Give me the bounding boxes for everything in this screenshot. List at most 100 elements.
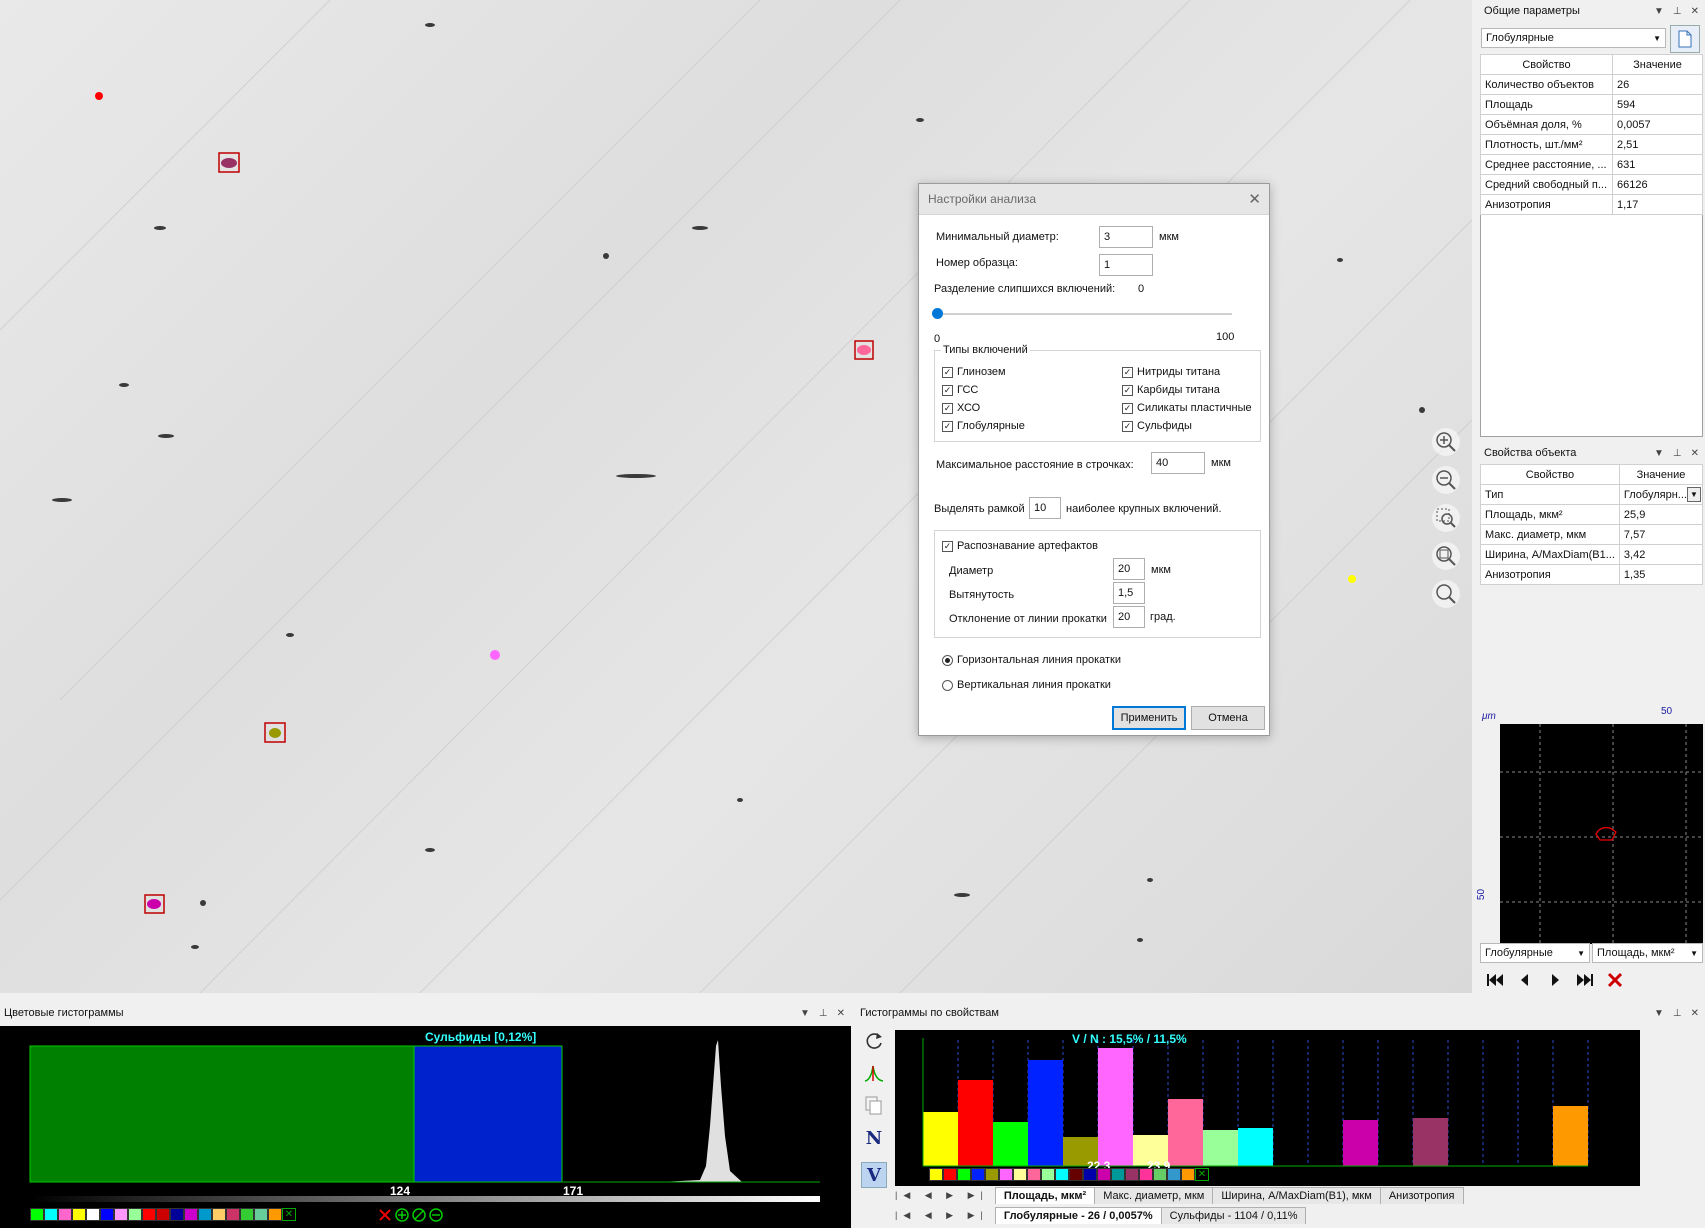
table-row[interactable]: Плотность, шт./мм² 2,51 xyxy=(1480,134,1703,155)
tab-anisotropy[interactable]: Анизотропия xyxy=(1379,1187,1464,1204)
color-swatch[interactable] xyxy=(1097,1168,1111,1181)
color-swatch[interactable] xyxy=(1041,1168,1055,1181)
separation-slider-track[interactable] xyxy=(937,313,1232,315)
type-sulfides-checkbox[interactable]: ✓ Сульфиды xyxy=(1122,420,1192,432)
color-swatch[interactable] xyxy=(254,1208,268,1221)
histogram-bar[interactable] xyxy=(1028,1060,1063,1166)
color-swatch[interactable] xyxy=(1013,1168,1027,1181)
deviation-input[interactable]: 20 xyxy=(1113,606,1145,628)
type-gss-checkbox[interactable]: ✓ ГСС xyxy=(942,384,978,396)
color-swatch[interactable] xyxy=(1167,1168,1181,1181)
apply-button[interactable]: Применить xyxy=(1112,706,1186,730)
close-icon[interactable]: ✕ xyxy=(1691,1008,1699,1019)
color-swatch[interactable] xyxy=(58,1208,72,1221)
tab-area[interactable]: Площадь, мкм² xyxy=(994,1187,1096,1204)
pin-icon[interactable]: ⊥ xyxy=(819,1008,828,1019)
color-swatch[interactable] xyxy=(1125,1168,1139,1181)
color-swatch[interactable] xyxy=(268,1208,282,1221)
tab-width[interactable]: Ширина, A/MaxDiam(B1), мкм xyxy=(1212,1187,1381,1204)
refresh-icon[interactable] xyxy=(863,1030,885,1052)
color-swatch[interactable] xyxy=(30,1208,44,1221)
zoom-out-icon[interactable] xyxy=(1432,466,1460,494)
color-swatch[interactable] xyxy=(170,1208,184,1221)
table-row[interactable]: Ширина, A/MaxDiam(B1... 3,42 xyxy=(1480,544,1704,565)
color-swatch[interactable] xyxy=(999,1168,1013,1181)
color-swatch[interactable] xyxy=(943,1168,957,1181)
separation-slider-thumb[interactable] xyxy=(932,308,943,319)
type-plastic-silicates-checkbox[interactable]: ✓ Силикаты пластичные xyxy=(1122,402,1252,414)
close-icon[interactable]: ✕ xyxy=(1248,190,1261,208)
color-swatch[interactable] xyxy=(985,1168,999,1181)
table-row[interactable]: Среднее расстояние, ... 631 xyxy=(1480,154,1703,175)
pin-icon[interactable]: ⊥ xyxy=(1673,6,1682,17)
table-row[interactable]: Средний свободный п... 66126 xyxy=(1480,174,1703,195)
color-swatch[interactable] xyxy=(184,1208,198,1221)
color-swatch[interactable] xyxy=(1111,1168,1125,1181)
table-row[interactable]: Анизотропия 1,17 xyxy=(1480,194,1703,215)
type-titanium-nitrides-checkbox[interactable]: ✓ Нитриды титана xyxy=(1122,366,1220,378)
last-icon[interactable] xyxy=(1576,972,1594,988)
max-distance-input[interactable]: 40 xyxy=(1151,452,1205,474)
min-diameter-input[interactable]: 3 xyxy=(1099,226,1153,248)
first-icon[interactable] xyxy=(1486,972,1504,988)
color-swatch[interactable] xyxy=(1083,1168,1097,1181)
volume-mode-button[interactable]: V xyxy=(861,1162,887,1188)
tab-scroll-icons[interactable]: |◀ ◀ ▶ ▶| xyxy=(895,1210,989,1221)
next-icon[interactable] xyxy=(1546,972,1564,988)
color-swatch[interactable] xyxy=(72,1208,86,1221)
tab-globular[interactable]: Глобулярные - 26 / 0,0057% xyxy=(994,1207,1162,1224)
zoom-in-icon[interactable] xyxy=(1432,428,1460,456)
pin-icon[interactable]: ⊥ xyxy=(1673,448,1682,459)
histogram-bar[interactable] xyxy=(993,1122,1028,1166)
color-swatch[interactable] xyxy=(156,1208,170,1221)
table-row[interactable]: Анизотропия 1,35 xyxy=(1480,564,1704,585)
table-row[interactable]: Тип Глобулярн... ▼ xyxy=(1480,484,1704,505)
histogram-bar[interactable] xyxy=(1413,1118,1448,1166)
add-icon[interactable] xyxy=(395,1208,409,1222)
minus-icon[interactable] xyxy=(429,1208,443,1222)
type-globular-checkbox[interactable]: ✓ Глобулярные xyxy=(942,420,1025,432)
table-row[interactable]: Площадь, мкм² 25,9 xyxy=(1480,504,1704,525)
color-swatch[interactable] xyxy=(86,1208,100,1221)
zoom-actual-icon[interactable] xyxy=(1432,580,1460,608)
histogram-bar[interactable] xyxy=(1343,1120,1378,1166)
color-swatch[interactable] xyxy=(44,1208,58,1221)
close-icon[interactable]: ✕ xyxy=(1691,6,1699,17)
tab-scroll-icons[interactable]: |◀ ◀ ▶ ▶| xyxy=(895,1190,989,1201)
color-swatch[interactable] xyxy=(1069,1168,1083,1181)
color-swatch[interactable] xyxy=(226,1208,240,1221)
toggle-icon[interactable] xyxy=(412,1208,426,1222)
color-swatch[interactable] xyxy=(1027,1168,1041,1181)
color-swatch[interactable] xyxy=(198,1208,212,1221)
dropdown-icon[interactable]: ▼ xyxy=(800,1008,810,1019)
dropdown-icon[interactable]: ▼ xyxy=(1654,1008,1664,1019)
chevron-down-icon[interactable]: ▼ xyxy=(1687,487,1701,502)
color-swatch[interactable] xyxy=(1055,1168,1069,1181)
remove-icon[interactable] xyxy=(378,1208,392,1222)
table-row[interactable]: Количество объектов 26 xyxy=(1480,74,1703,95)
color-swatch[interactable] xyxy=(1139,1168,1153,1181)
copy-icon[interactable] xyxy=(863,1094,885,1116)
preview-type-select[interactable]: Глобулярные ▼ xyxy=(1480,943,1590,963)
type-titanium-carbides-checkbox[interactable]: ✓ Карбиды титана xyxy=(1122,384,1220,396)
type-xco-checkbox[interactable]: ✓ ХСО xyxy=(942,402,980,414)
artifacts-checkbox[interactable]: ✓ Распознавание артефактов xyxy=(942,540,1098,552)
color-swatch[interactable] xyxy=(142,1208,156,1221)
clear-swatch-icon[interactable]: ✕ xyxy=(282,1208,296,1221)
type-alumina-checkbox[interactable]: ✓ Глинозем xyxy=(942,366,1006,378)
table-row[interactable]: Объёмная доля, % 0,0057 xyxy=(1480,114,1703,135)
color-swatch[interactable] xyxy=(240,1208,254,1221)
distribution-icon[interactable] xyxy=(863,1062,885,1084)
delete-icon[interactable] xyxy=(1606,972,1624,988)
histogram-bar[interactable] xyxy=(958,1080,993,1166)
histogram-bar[interactable] xyxy=(1238,1128,1273,1166)
pin-icon[interactable]: ⊥ xyxy=(1673,1008,1682,1019)
color-swatch[interactable] xyxy=(128,1208,142,1221)
vertical-line-radio[interactable]: Вертикальная линия прокатки xyxy=(942,679,1111,691)
histogram-bar[interactable] xyxy=(1098,1048,1133,1166)
color-swatch[interactable] xyxy=(114,1208,128,1221)
cancel-button[interactable]: Отмена xyxy=(1191,706,1265,730)
elongation-input[interactable]: 1,5 xyxy=(1113,582,1145,604)
zoom-selection-icon[interactable] xyxy=(1432,504,1460,532)
previous-icon[interactable] xyxy=(1516,972,1534,988)
